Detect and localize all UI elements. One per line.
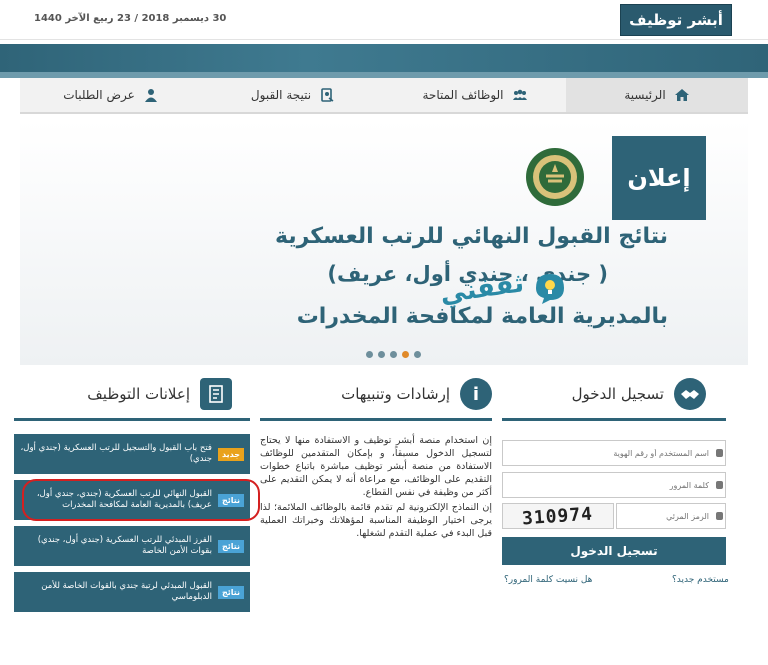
nav-view-requests[interactable]: عرض الطلبات	[20, 78, 202, 112]
slide-dot-active[interactable]	[402, 351, 409, 358]
job-announcement-text: الفرز المبدئي للرتب العسكرية (جندي أول، …	[37, 535, 212, 556]
user-field-icon	[716, 449, 723, 457]
result-icon	[321, 88, 334, 102]
headline-line-1: نتائج القبول النهائي للرتب العسكرية	[274, 224, 668, 249]
announcement-box: إعلان	[612, 136, 706, 220]
slide-dot[interactable]	[414, 351, 421, 358]
captcha-image: 310974	[502, 503, 614, 529]
captcha-text: 310974	[521, 503, 595, 529]
image-code-icon	[716, 512, 723, 520]
watermark: ثقفني	[438, 268, 570, 310]
nav-acceptance-result-label: نتيجة القبول	[250, 88, 312, 102]
nav-acceptance-result[interactable]: نتيجة القبول	[202, 78, 384, 112]
top-bar: أبشر توظيف 30 ديسمبر 2018 / 23 ربيع الآخ…	[0, 0, 768, 40]
nav-home-label: الرئيسية	[624, 88, 666, 102]
home-icon	[674, 89, 689, 101]
document-icon	[200, 378, 232, 410]
instructions-paragraph: إن النماذج الإلكترونية لم تقدم قائمة بال…	[260, 502, 492, 539]
hero-banner[interactable]: إعلان نتائج القبول النهائي للرتب العسكري…	[20, 120, 748, 365]
job-announcement[interactable]: نتائج القبول النهائي للرتب العسكرية (جند…	[14, 480, 250, 520]
slide-dot[interactable]	[390, 351, 397, 358]
lock-icon	[716, 481, 723, 489]
nav-available-jobs-label: الوظائف المتاحة	[422, 88, 504, 102]
jobs-title-text: إعلانات التوظيف	[87, 385, 190, 403]
login-rule	[502, 418, 726, 421]
instructions-rule	[260, 418, 492, 421]
info-icon: i	[460, 378, 492, 410]
password-input[interactable]	[502, 472, 726, 498]
main-nav: الرئيسية الوظائف المتاحة نتيجة القبول عر…	[20, 78, 748, 114]
user-icon	[144, 89, 157, 102]
headline-line-3: بالمديرية العامة لمكافحة المخدرات	[296, 304, 668, 329]
username-input[interactable]	[502, 440, 726, 466]
result-badge: نتائج	[217, 493, 244, 507]
jobs-title: إعلانات التوظيف	[87, 378, 232, 410]
result-badge: نتائج	[217, 585, 244, 599]
jobs-rule	[14, 418, 250, 421]
nav-home[interactable]: الرئيسية	[566, 78, 748, 112]
instructions-title-text: إرشادات وتنبيهات	[341, 385, 450, 403]
absher-logo[interactable]: أبشر توظيف	[620, 4, 732, 36]
login-title: تسجيل الدخول	[572, 378, 706, 410]
instructions-paragraph: إن استخدام منصة أبشر توظيف و الاستفادة م…	[260, 435, 492, 498]
forgot-password-link[interactable]: هل نسيت كلمة المرور؟	[504, 575, 592, 585]
banner-stripe	[0, 44, 768, 78]
job-announcement-text: القبول النهائي للرتب العسكرية (جندي، جند…	[36, 489, 212, 510]
slide-dot[interactable]	[366, 351, 373, 358]
new-badge: جديد	[217, 447, 244, 461]
login-title-text: تسجيل الدخول	[571, 385, 664, 403]
result-badge: نتائج	[217, 539, 244, 553]
nav-available-jobs[interactable]: الوظائف المتاحة	[384, 78, 566, 112]
current-date: 30 ديسمبر 2018 / 23 ربيع الآخر 1440	[34, 13, 227, 24]
handshake-icon	[674, 378, 706, 410]
job-announcement[interactable]: نتائج الفرز المبدئي للرتب العسكرية (جندي…	[14, 526, 250, 566]
users-icon	[512, 89, 527, 100]
job-announcement[interactable]: نتائج القبول المبدئي لرتبة جندي بالقوات …	[14, 572, 250, 612]
idea-bubble-icon	[536, 274, 565, 304]
slide-dot[interactable]	[378, 351, 385, 358]
login-button[interactable]: تسجيل الدخول	[502, 537, 726, 565]
new-user-link[interactable]: مستخدم جديد؟	[672, 575, 729, 585]
job-announcement-text: فتح باب القبول والتسجيل للرتب العسكرية (…	[20, 443, 212, 464]
emblem-icon	[526, 148, 584, 206]
instructions-body: إن استخدام منصة أبشر توظيف و الاستفادة م…	[260, 434, 492, 542]
slider-dots	[366, 351, 421, 358]
job-announcement-text: القبول المبدئي لرتبة جندي بالقوات الخاصة…	[41, 581, 212, 602]
job-announcement[interactable]: جديد فتح باب القبول والتسجيل للرتب العسك…	[14, 434, 250, 474]
nav-view-requests-label: عرض الطلبات	[63, 88, 135, 102]
captcha-input[interactable]	[616, 503, 726, 529]
watermark-text: ثقفني	[438, 268, 526, 310]
instructions-title: i إرشادات وتنبيهات	[341, 378, 492, 410]
